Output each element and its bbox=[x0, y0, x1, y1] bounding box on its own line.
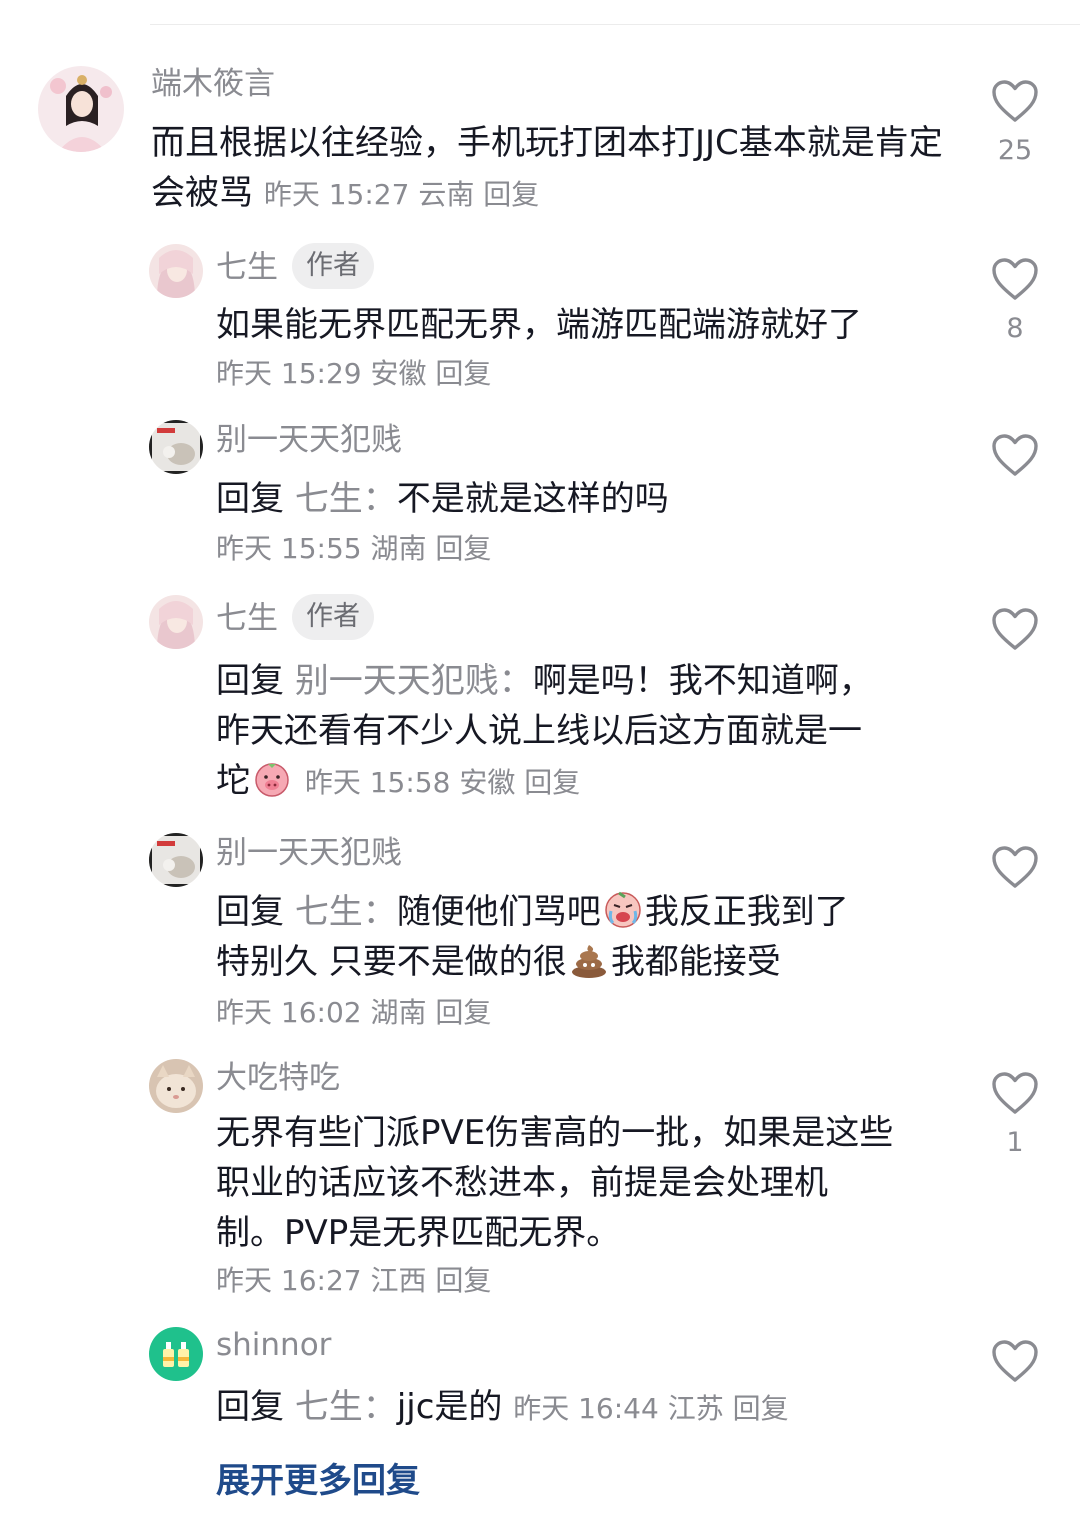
comment-username[interactable]: 端木筱言 bbox=[151, 64, 275, 104]
comment-location: 湖南 bbox=[370, 532, 427, 565]
comment-time: 昨天 16:44 bbox=[513, 1392, 659, 1425]
comment-location: 江西 bbox=[370, 1264, 427, 1297]
reply-prefix: 回复 bbox=[216, 479, 284, 519]
reply-content: 如果能无界匹配无界，端游匹配端游就好了 bbox=[216, 305, 862, 345]
pig-emoji bbox=[252, 758, 292, 798]
like-button[interactable] bbox=[988, 606, 1042, 652]
reply-content: 特别久 只要不是做的很 bbox=[216, 942, 567, 982]
reply-link[interactable]: 回复 bbox=[733, 1392, 789, 1425]
reply-link[interactable]: 回复 bbox=[435, 532, 491, 565]
reply-username[interactable]: 七生 bbox=[216, 601, 278, 637]
comment-location: 安徽 bbox=[370, 357, 427, 390]
avatar[interactable] bbox=[149, 1327, 203, 1381]
reply-link[interactable]: 回复 bbox=[435, 1264, 491, 1297]
reply-username-row: 七生 作者 bbox=[216, 243, 374, 292]
reply-line: 特别久 只要不是做的很 我都能接受 bbox=[216, 937, 956, 987]
comment-location: 云南 bbox=[418, 178, 475, 211]
reply-target-user[interactable]: 七生： bbox=[295, 892, 397, 932]
reply-line: 职业的话应该不愁进本，前提是会处理机 bbox=[216, 1163, 828, 1203]
reply-meta: 昨天 15:55 湖南 回复 bbox=[216, 527, 491, 567]
like-count: 25 bbox=[997, 135, 1033, 166]
reply-prefix: 回复 bbox=[216, 892, 284, 932]
avatar[interactable] bbox=[149, 1059, 203, 1113]
avatar[interactable] bbox=[149, 420, 203, 474]
comment-time: 昨天 15:58 bbox=[304, 766, 451, 799]
reply-text: 回复 七生：不是就是这样的吗 bbox=[216, 474, 956, 524]
reply-meta: 昨天 16:44 江苏 回复 bbox=[513, 1392, 788, 1425]
like-count: 8 bbox=[1006, 313, 1024, 344]
reply-content: 坨 bbox=[216, 761, 250, 801]
reply-target-user[interactable]: 七生： bbox=[295, 1387, 397, 1427]
heart-outline-icon bbox=[992, 608, 1038, 650]
reply-content: 不是就是这样的吗 bbox=[396, 479, 669, 519]
reply-content: 我反正我到了 bbox=[644, 892, 849, 932]
reply-line: 昨天还看有不少人说上线以后这方面就是一 bbox=[216, 711, 862, 751]
like-button[interactable] bbox=[988, 432, 1042, 478]
reply-line: 回复 七生：随便他们骂吧 我反正我到了 bbox=[216, 887, 956, 937]
like-count: 1 bbox=[1006, 1127, 1024, 1158]
like-button[interactable]: 1 bbox=[988, 1070, 1042, 1158]
comment-time: 昨天 15:55 bbox=[216, 532, 362, 565]
comment-time: 昨天 15:29 bbox=[216, 357, 362, 390]
comment-text: 而且根据以往经验，手机玩打团本打JJC基本就是肯定会被骂 昨天 15:27 云南… bbox=[151, 118, 951, 220]
reply-text: 回复 七生：随便他们骂吧 我反正我到了 特别久 只要不是做的很 我都能接受 bbox=[216, 887, 956, 987]
reply-link[interactable]: 回复 bbox=[524, 766, 580, 799]
reply-link[interactable]: 回复 bbox=[435, 996, 491, 1029]
heart-outline-icon bbox=[992, 80, 1038, 122]
like-button[interactable]: 8 bbox=[988, 256, 1042, 344]
author-badge: 作者 bbox=[292, 243, 374, 289]
heart-outline-icon bbox=[992, 434, 1038, 476]
poop-emoji bbox=[569, 939, 609, 979]
comment-time: 昨天 15:27 bbox=[263, 178, 410, 211]
reply-username[interactable]: 别一天天犯贱 bbox=[216, 833, 402, 873]
reply-username[interactable]: shinnor bbox=[216, 1325, 331, 1365]
heart-outline-icon bbox=[992, 258, 1038, 300]
comment-meta: 昨天 15:27 云南 回复 bbox=[264, 178, 539, 211]
avatar[interactable] bbox=[149, 244, 203, 298]
heart-outline-icon bbox=[992, 1072, 1038, 1114]
reply-meta: 昨天 15:29 安徽 回复 bbox=[216, 352, 491, 392]
author-badge: 作者 bbox=[292, 594, 374, 640]
heart-outline-icon bbox=[992, 846, 1038, 888]
reply-username[interactable]: 别一天天犯贱 bbox=[216, 420, 402, 460]
reply-username-row: 七生 作者 bbox=[216, 594, 374, 643]
comment-time: 昨天 16:02 bbox=[216, 996, 362, 1029]
comment-location: 江苏 bbox=[667, 1392, 724, 1425]
avatar[interactable] bbox=[149, 595, 203, 649]
reply-prefix: 回复 bbox=[216, 1387, 284, 1427]
reply-text: 回复 别一天天犯贱：啊是吗！我不知道啊， 昨天还看有不少人说上线以后这方面就是一… bbox=[216, 656, 956, 808]
reply-meta: 昨天 16:02 湖南 回复 bbox=[216, 991, 491, 1031]
reply-content: jjc是的 bbox=[396, 1387, 503, 1427]
crying-face-emoji bbox=[603, 889, 643, 929]
reply-target-user[interactable]: 别一天天犯贱： bbox=[295, 661, 533, 701]
reply-link[interactable]: 回复 bbox=[483, 178, 539, 211]
reply-content: 随便他们骂吧 bbox=[396, 892, 601, 932]
reply-target-user[interactable]: 七生： bbox=[295, 479, 397, 519]
heart-outline-icon bbox=[992, 1340, 1038, 1382]
like-button[interactable]: 25 bbox=[988, 78, 1042, 166]
reply-meta: 昨天 15:58 安徽 回复 bbox=[305, 766, 580, 799]
reply-line: 坨 昨天 15:58 安徽 回复 bbox=[216, 756, 956, 808]
reply-line: 回复 别一天天犯贱：啊是吗！我不知道啊， bbox=[216, 656, 956, 706]
reply-username[interactable]: 大吃特吃 bbox=[216, 1058, 340, 1098]
avatar[interactable] bbox=[149, 833, 203, 887]
reply-prefix: 回复 bbox=[216, 661, 284, 701]
reply-link[interactable]: 回复 bbox=[435, 357, 491, 390]
reply-username[interactable]: 七生 bbox=[216, 250, 278, 286]
avatar[interactable] bbox=[38, 66, 124, 152]
comment-time: 昨天 16:27 bbox=[216, 1264, 362, 1297]
expand-more-replies-button[interactable]: 展开更多回复 bbox=[216, 1456, 420, 1506]
reply-meta: 昨天 16:27 江西 回复 bbox=[216, 1259, 491, 1299]
comment-location: 安徽 bbox=[459, 766, 516, 799]
reply-text: 无界有些门派PVE伤害高的一批，如果是这些 职业的话应该不愁进本，前提是会处理机… bbox=[216, 1108, 956, 1258]
reply-text: 回复 七生：jjc是的 昨天 16:44 江苏 回复 bbox=[216, 1382, 956, 1434]
reply-line: 制。PVP是无界匹配无界。 bbox=[216, 1213, 621, 1253]
reply-line: 无界有些门派PVE伤害高的一批，如果是这些 bbox=[216, 1113, 894, 1153]
like-button[interactable] bbox=[988, 844, 1042, 890]
like-button[interactable] bbox=[988, 1338, 1042, 1384]
top-divider bbox=[150, 24, 1080, 25]
reply-content: 啊是吗！我不知道啊， bbox=[532, 661, 873, 701]
reply-content: 我都能接受 bbox=[610, 942, 781, 982]
comment-location: 湖南 bbox=[370, 996, 427, 1029]
